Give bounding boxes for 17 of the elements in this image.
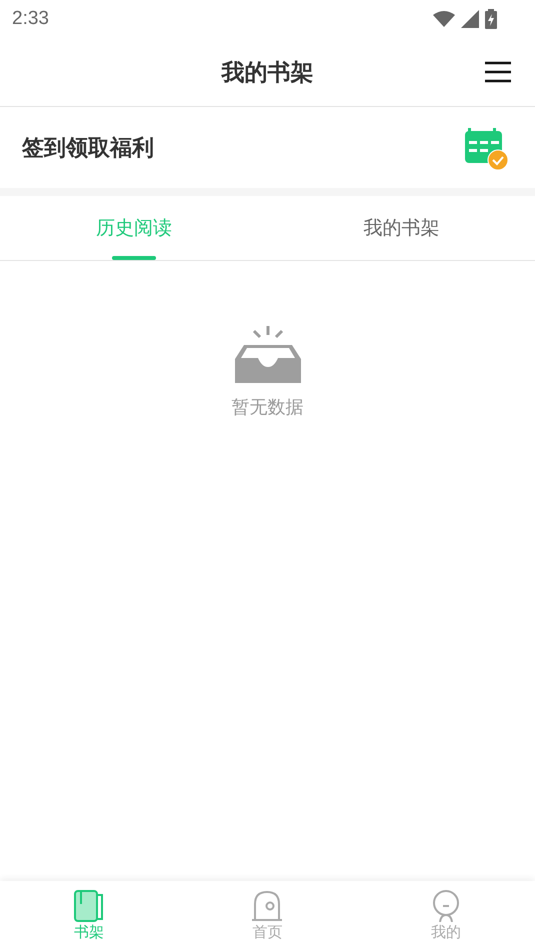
book-icon (74, 890, 104, 922)
signin-label[interactable]: 签到领取福利 (22, 132, 154, 162)
battery-icon (485, 9, 497, 29)
tab[interactable]: 历史阅读 (0, 196, 268, 260)
empty-tray-icon (234, 325, 302, 385)
dome-icon (251, 890, 284, 922)
status-time: 2:33 (12, 8, 49, 30)
nav-item[interactable]: 首页 (178, 881, 357, 951)
page-title: 我的书架 (222, 58, 314, 88)
empty-message: 暂无数据 (232, 396, 304, 419)
wifi-icon (433, 11, 455, 27)
person-icon (430, 890, 461, 922)
signal-icon (461, 10, 479, 28)
menu-icon[interactable] (485, 61, 511, 83)
tab[interactable]: 我的书架 (268, 196, 535, 260)
nav-item[interactable]: 我的 (356, 881, 535, 951)
nav-item[interactable]: 书架 (0, 881, 178, 951)
